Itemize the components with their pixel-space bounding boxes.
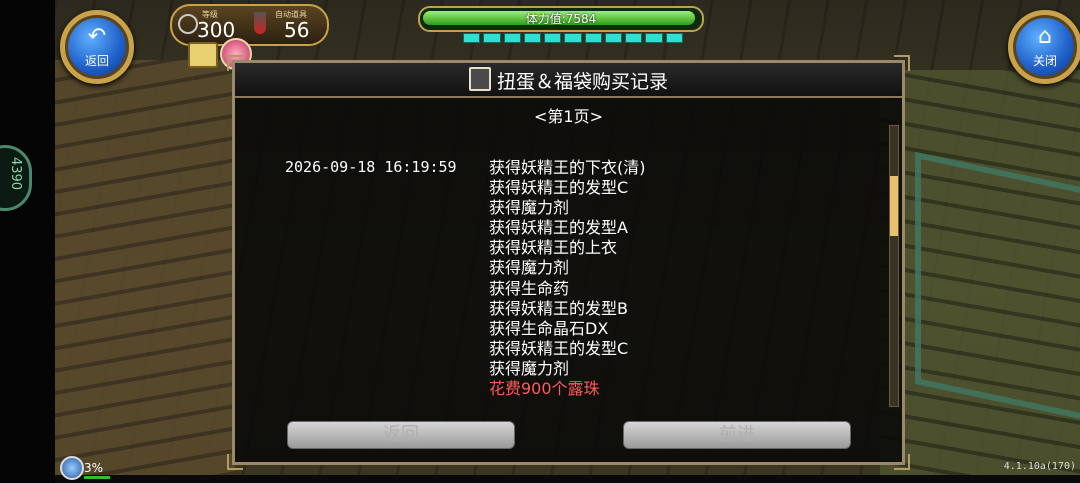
download-progress-text: 3% [84,461,104,475]
record-item: 获得生命药 [489,278,570,298]
dialog-title-text: 扭蛋＆福袋购买记录 [496,71,668,93]
level-swirl-icon [178,14,198,34]
stamina-text: 体力值:7584 [525,12,597,26]
dialog-corner-ornament [894,454,910,470]
side-handle-text: 4390 [8,156,24,191]
record-date: 2026-09-18 16:19:59 [285,158,457,176]
side-float-handle[interactable]: 4390 [0,145,32,211]
potion-flask-icon [254,12,266,34]
record-item: 获得妖精王的发型C [489,338,629,358]
dialog-title: 扭蛋＆福袋购买记录 [235,67,902,94]
ticket-icon[interactable] [188,42,218,68]
energy-pip [564,33,582,43]
energy-pip [463,33,481,43]
download-progress-icon [60,456,84,480]
record-item: 获得妖精王的上衣 [489,238,618,258]
energy-pip [483,33,501,43]
energy-pip [523,33,542,43]
record-item: 获得魔力剂 [489,198,570,218]
record-scrollbar[interactable] [889,125,899,407]
energy-pips [463,33,683,43]
player-status-panel: 等级 300 自动道具 56 [170,4,329,46]
dialog-corner-ornament [227,454,243,470]
energy-pip [625,33,643,43]
record-item: 获得妖精王的发型A [489,218,628,238]
close-button[interactable]: ⌂ 关闭 [1008,10,1080,84]
record-item: 获得魔力剂 [489,258,570,278]
energy-pip [604,33,623,43]
back-page-button[interactable]: 返回 [287,421,515,449]
record-cost: 花费900个露珠 [489,379,600,399]
record-item: 获得妖精王的发型B [489,298,628,318]
record-item: 获得生命晶石DX [489,318,609,338]
record-item: 获得妖精王的发型C [489,178,629,198]
energy-pip [584,33,602,43]
home-icon: ⌂ [1038,24,1052,49]
phone-side-gutter: 4390 [0,0,55,483]
stamina-bar: 体力值:7584 [418,6,704,32]
scene-wood-stairs [55,60,235,483]
version-text: 4.1.10a(170) [1003,461,1076,472]
energy-pip [503,33,521,43]
download-progress-line [84,476,110,479]
record-item-list: 获得妖精王的下衣(清) 获得妖精王的发型C 获得魔力剂 获得妖精王的发型A 获得妖精王的… [489,158,646,399]
auto-item-value: 56 [284,18,310,42]
forward-page-button[interactable]: 前进 [623,421,851,449]
gacha-record-dialog: 扭蛋＆福袋购买记录 <第1页> 2026-09-18 16:19:59 获得妖精… [227,55,910,470]
record-scroll-thumb[interactable] [890,176,898,236]
close-button-label: 关闭 [1032,54,1057,68]
return-button-label: 返回 [84,54,109,68]
bottom-bar [55,475,1080,483]
energy-pip [645,33,663,43]
return-arrow-icon: ↶ [87,24,107,49]
page-indicator: <第1页> [534,107,603,126]
return-button[interactable]: ↶ 返回 [60,10,134,84]
scene-carpet [915,151,1080,421]
energy-pip [665,33,683,43]
clipboard-icon [468,67,491,91]
record-item: 获得魔力剂 [489,358,570,378]
dialog-title-bar: 扭蛋＆福袋购买记录 [235,63,902,98]
record-item: 获得妖精王的下衣(清) [489,158,646,177]
energy-pip [544,33,562,43]
